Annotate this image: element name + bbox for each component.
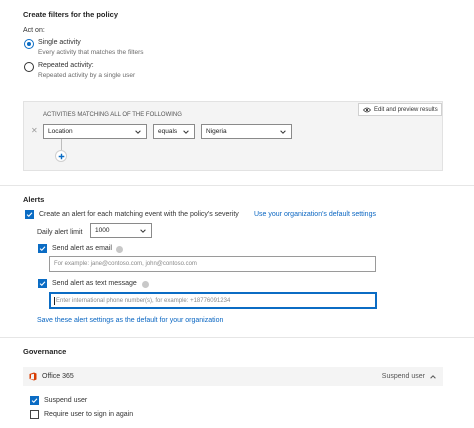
daily-limit-label: Daily alert limit (37, 229, 83, 236)
default-settings-link[interactable]: Use your organization's default settings (254, 211, 376, 218)
checkmark-icon (39, 246, 46, 252)
email-alert-label: Send alert as email (52, 245, 112, 252)
governance-app-row[interactable]: Office 365 Suspend user (23, 367, 443, 386)
filter-field-value: Location (48, 128, 73, 135)
create-alert-checkbox[interactable] (25, 210, 34, 219)
email-alert-checkbox[interactable] (38, 244, 47, 253)
alerts-heading: Alerts (23, 195, 45, 204)
section-divider (0, 337, 474, 338)
filter-value-select[interactable]: Nigeria (201, 124, 292, 139)
chevron-down-icon (135, 129, 141, 134)
sms-input[interactable]: Enter international phone number(s), for… (49, 292, 377, 309)
remove-filter-icon[interactable]: ✕ (31, 126, 38, 135)
filter-value-text: Nigeria (206, 128, 227, 135)
chevron-down-icon (280, 129, 286, 134)
info-icon[interactable] (142, 281, 149, 288)
act-on-label: Act on: (23, 27, 45, 34)
filters-box-title: ACTIVITIES MATCHING ALL OF THE FOLLOWING (43, 112, 182, 118)
sms-alert-checkbox[interactable] (38, 279, 47, 288)
governance-heading: Governance (23, 347, 67, 356)
single-activity-desc: Every activity that matches the filters (38, 49, 144, 56)
chevron-up-icon (430, 374, 436, 379)
edit-preview-label: Edit and preview results (374, 106, 438, 113)
filter-field-select[interactable]: Location (43, 124, 147, 139)
repeated-activity-label[interactable]: Repeated activity: (38, 62, 94, 69)
info-icon[interactable] (116, 246, 123, 253)
office-icon (29, 372, 37, 381)
add-filter-button[interactable] (55, 150, 67, 162)
checkmark-icon (39, 281, 46, 287)
sms-placeholder: Enter international phone number(s), for… (56, 297, 231, 304)
single-activity-radio[interactable] (24, 39, 34, 49)
single-activity-label[interactable]: Single activity (38, 39, 81, 46)
email-placeholder: For example: jane@contoso.com, john@cont… (54, 261, 197, 267)
text-caret (54, 296, 55, 305)
require-signin-checkbox[interactable] (30, 410, 39, 419)
email-input[interactable]: For example: jane@contoso.com, john@cont… (49, 256, 376, 272)
suspend-user-label: Suspend user (44, 397, 88, 404)
daily-limit-select[interactable]: 1000 (90, 223, 152, 238)
filters-heading: Create filters for the policy (23, 10, 119, 19)
checkmark-icon (31, 398, 38, 404)
governance-app-name: Office 365 (42, 373, 74, 380)
section-divider (0, 185, 474, 186)
edit-preview-button[interactable]: Edit and preview results (358, 103, 442, 116)
create-alert-label: Create an alert for each matching event … (39, 211, 239, 218)
suspend-user-checkbox[interactable] (30, 396, 39, 405)
daily-limit-value: 1000 (95, 227, 110, 234)
plus-icon (58, 153, 64, 159)
repeated-activity-radio[interactable] (24, 62, 34, 72)
repeated-activity-desc: Repeated activity by a single user (38, 72, 136, 79)
governance-action-label: Suspend user (381, 373, 425, 380)
eye-icon (363, 107, 371, 112)
filter-connector-line (61, 139, 62, 150)
chevron-down-icon (183, 129, 189, 134)
checkmark-icon (26, 212, 33, 218)
require-signin-label: Require user to sign in again (44, 411, 134, 418)
chevron-down-icon (140, 228, 146, 233)
filter-operator-value: equals (158, 128, 178, 135)
save-default-link[interactable]: Save these alert settings as the default… (37, 317, 223, 324)
sms-alert-label: Send alert as text message (52, 280, 137, 287)
filter-operator-select[interactable]: equals (153, 124, 195, 139)
